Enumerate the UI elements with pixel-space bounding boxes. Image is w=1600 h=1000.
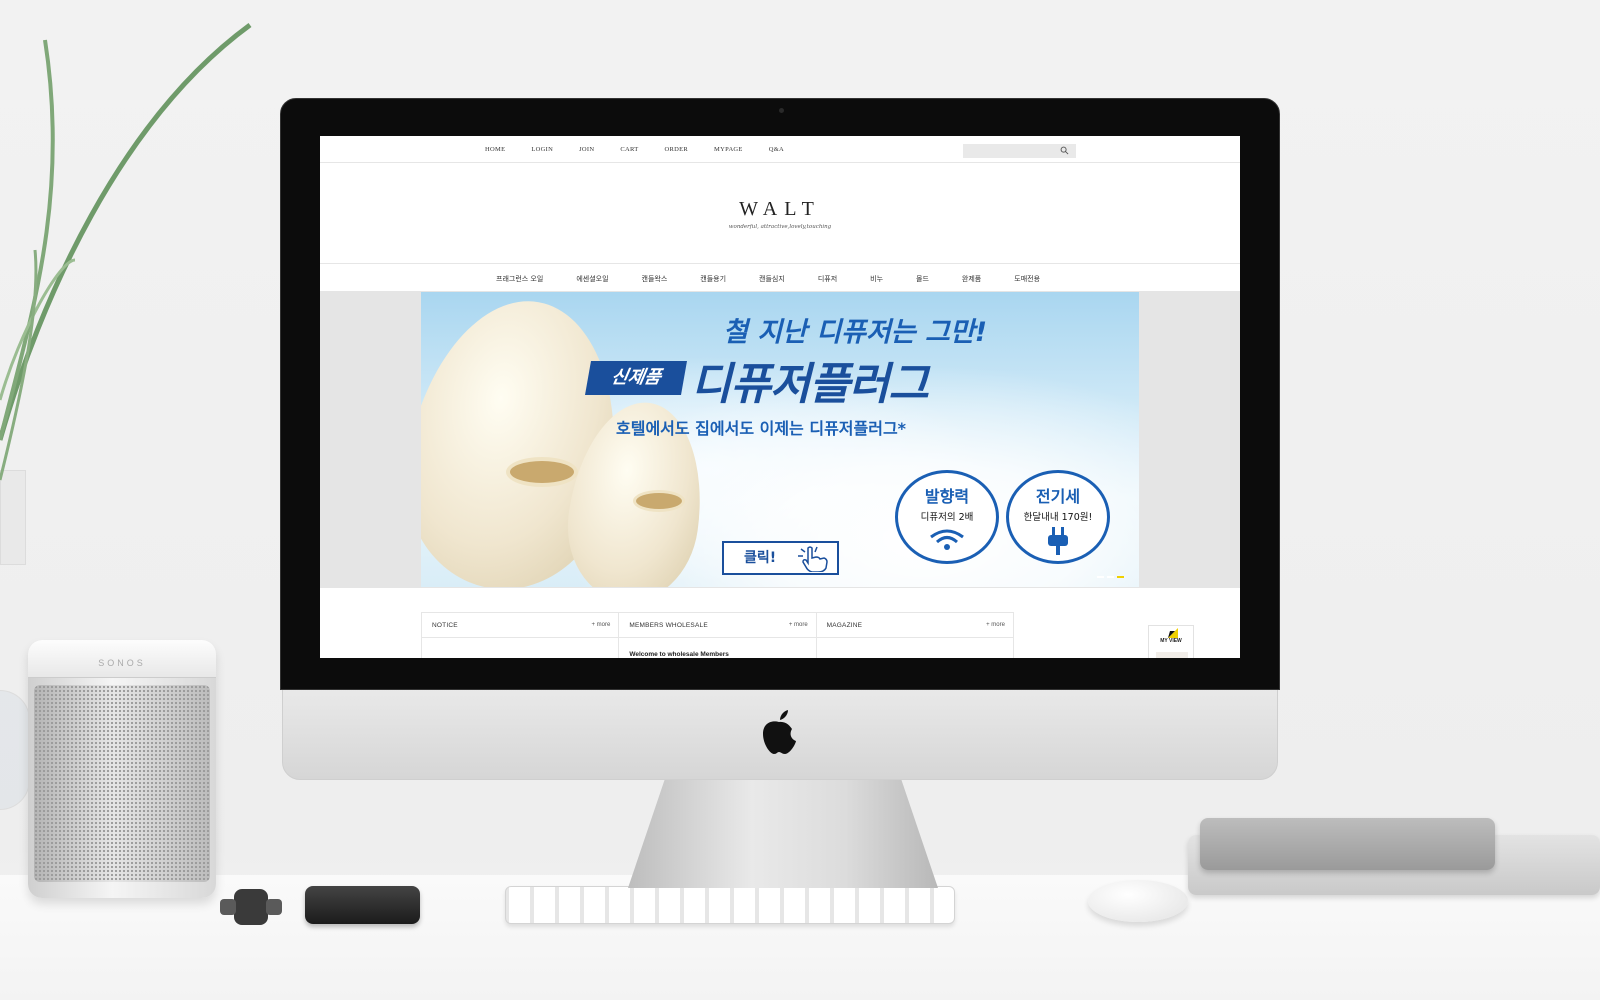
board-title: NOTICE bbox=[432, 622, 458, 629]
apple-logo-icon bbox=[763, 710, 796, 754]
browser-screen: HOME LOGIN JOIN CART ORDER MYPAGE Q&A WA… bbox=[320, 136, 1240, 658]
badge-scent-sub: 디퓨저의 2배 bbox=[920, 512, 974, 523]
product-vent-secondary bbox=[633, 490, 685, 512]
feature-badge-scent: 발향력 디퓨저의 2배 bbox=[895, 470, 999, 564]
hero-banner[interactable]: 철 지난 디퓨저는 그만! 신제품 디퓨저플러그 호텔에서도 집에서도 이제는 … bbox=[421, 292, 1139, 587]
site-tagline: wonderful, attractive,lovely,touching bbox=[728, 224, 832, 230]
board-divider bbox=[619, 637, 816, 638]
mouse bbox=[1088, 880, 1188, 922]
banner-click-button[interactable]: 클릭! bbox=[722, 541, 839, 575]
site-logo[interactable]: WALT bbox=[320, 198, 1240, 221]
banner-subline: 호텔에서도 집에서도 이제는 디퓨저플러그* bbox=[616, 419, 907, 438]
magazine-board: MAGAZINE + more bbox=[816, 613, 1013, 658]
site-header: WALT wonderful, attractive,lovely,touchi… bbox=[320, 198, 1240, 230]
board-more-link[interactable]: + more bbox=[986, 622, 1005, 628]
category-soap[interactable]: 비누 bbox=[870, 274, 883, 284]
nav-home-link[interactable]: HOME bbox=[485, 146, 505, 153]
feature-badge-power: 전기세 한달내내 170원! bbox=[1006, 470, 1110, 564]
speaker-grill bbox=[34, 685, 210, 882]
plant-decoration bbox=[0, 22, 252, 481]
category-candle-wax[interactable]: 캔들왁스 bbox=[642, 274, 668, 284]
board-divider bbox=[816, 637, 1013, 638]
board-more-link[interactable]: + more bbox=[591, 622, 610, 628]
members-wholesale-board: MEMBERS WHOLESALE + more Welcome to whol… bbox=[619, 613, 817, 658]
nav-join-link[interactable]: JOIN bbox=[579, 146, 594, 153]
notice-board: NOTICE + more bbox=[422, 613, 620, 658]
my-view-widget[interactable]: MY VIEW bbox=[1148, 625, 1194, 658]
board-title: MEMBERS WHOLESALE bbox=[629, 622, 708, 629]
plug-icon bbox=[1048, 527, 1068, 555]
camera-icon bbox=[779, 108, 784, 113]
slide-indicator-1[interactable] bbox=[1097, 576, 1104, 578]
category-nav: 프래그런스 오일 에센셜오일 캔들왁스 캔들용기 캔들심지 디퓨저 비누 몰드 … bbox=[496, 274, 1073, 284]
utility-bar: HOME LOGIN JOIN CART ORDER MYPAGE Q&A bbox=[320, 136, 1240, 163]
nav-cart-link[interactable]: CART bbox=[620, 146, 638, 153]
glass-vase bbox=[0, 690, 30, 810]
board-more-link[interactable]: + more bbox=[789, 622, 808, 628]
category-wholesale-only[interactable]: 도매전용 bbox=[1014, 274, 1040, 284]
hand-pointer-icon bbox=[798, 546, 828, 572]
slide-indicator-3[interactable] bbox=[1117, 576, 1124, 578]
my-view-label: MY VIEW bbox=[1160, 638, 1182, 644]
my-view-icon bbox=[1168, 628, 1178, 638]
click-button-label: 클릭! bbox=[744, 550, 777, 566]
slide-indicator-2[interactable] bbox=[1107, 576, 1114, 578]
tablet bbox=[1200, 818, 1495, 870]
top-nav: HOME LOGIN JOIN CART ORDER MYPAGE Q&A bbox=[485, 146, 810, 153]
search-icon[interactable] bbox=[1060, 146, 1069, 155]
nav-order-link[interactable]: ORDER bbox=[665, 146, 689, 153]
wifi-icon bbox=[930, 529, 964, 550]
category-bar: 프래그런스 오일 에센셜오일 캔들왁스 캔들용기 캔들심지 디퓨저 비누 몰드 … bbox=[320, 263, 1240, 291]
speaker: SONOS bbox=[28, 640, 216, 898]
monitor-stand bbox=[628, 778, 938, 888]
keyboard bbox=[505, 886, 955, 924]
recent-item-thumbnail[interactable] bbox=[1156, 652, 1188, 658]
category-fragrance-oil[interactable]: 프래그런스 오일 bbox=[496, 274, 543, 284]
category-candle-container[interactable]: 캔들용기 bbox=[700, 274, 726, 284]
product-vent bbox=[506, 457, 578, 487]
board-section: NOTICE + more MEMBERS WHOLESALE + more W… bbox=[421, 612, 1014, 658]
slider-indicators bbox=[1097, 576, 1124, 578]
badge-power-title: 전기세 bbox=[1035, 487, 1081, 506]
category-finished-goods[interactable]: 완제품 bbox=[962, 274, 981, 284]
smartwatch bbox=[220, 889, 282, 925]
nav-mypage-link[interactable]: MYPAGE bbox=[714, 146, 743, 153]
category-candle-wick[interactable]: 캔들심지 bbox=[759, 274, 785, 284]
banner-headline: 철 지난 디퓨저는 그만! bbox=[722, 317, 988, 348]
new-product-ribbon: 신제품 bbox=[585, 361, 687, 395]
nav-login-link[interactable]: LOGIN bbox=[531, 146, 553, 153]
badge-power-sub: 한달내내 170원! bbox=[1023, 512, 1093, 523]
badge-scent-title: 발향력 bbox=[924, 487, 970, 506]
category-diffuser[interactable]: 디퓨저 bbox=[818, 274, 837, 284]
board-title: MAGAZINE bbox=[826, 622, 863, 629]
category-essential-oil[interactable]: 에센셜오일 bbox=[576, 274, 608, 284]
smartphone bbox=[305, 886, 420, 924]
speaker-brand: SONOS bbox=[28, 640, 216, 678]
board-item[interactable]: Welcome to wholesale Members bbox=[629, 651, 729, 658]
category-mold[interactable]: 몰드 bbox=[916, 274, 929, 284]
nav-qna-link[interactable]: Q&A bbox=[769, 146, 784, 153]
board-divider bbox=[422, 637, 619, 638]
banner-product-name: 디퓨저플러그 bbox=[691, 359, 929, 410]
